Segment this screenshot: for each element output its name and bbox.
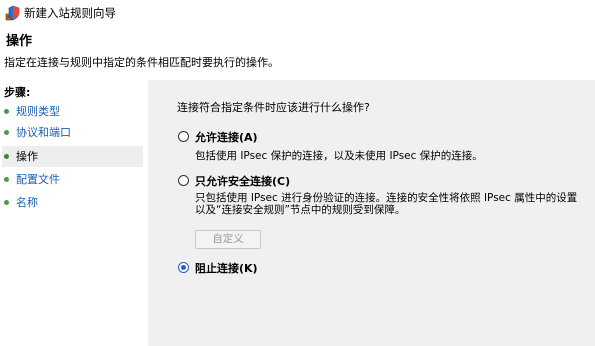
step-label: 配置文件: [16, 173, 60, 186]
title-bar: 新建入站规则向导: [0, 0, 595, 24]
step-protocol-ports[interactable]: 协议和端口: [2, 122, 143, 143]
bullet-icon: [4, 130, 9, 135]
content-panel: 连接符合指定条件时应该进行什么操作? 允许连接(A) 包括使用 IPsec 保护…: [148, 80, 595, 346]
step-name[interactable]: 名称: [2, 192, 143, 213]
step-rule-type[interactable]: 规则类型: [2, 101, 143, 122]
steps-panel: 步骤: 规则类型 协议和端口 操作 配置文件 名称: [0, 80, 148, 346]
page-description: 指定在连接与规则中指定的条件相匹配时要执行的操作。: [4, 56, 279, 69]
allow-connection-radio[interactable]: [178, 131, 189, 142]
action-question: 连接符合指定条件时应该进行什么操作?: [177, 101, 370, 114]
steps-header: 步骤:: [4, 86, 31, 99]
allow-secure-connection-description: 只包括使用 IPsec 进行身份验证的连接。连接的安全性将依照 IPsec 属性…: [195, 192, 578, 216]
block-connection-label[interactable]: 阻止连接(K): [195, 260, 258, 276]
step-label: 名称: [16, 196, 38, 209]
firewall-shield-icon: [5, 5, 20, 21]
allow-secure-connection-label[interactable]: 只允许安全连接(C): [195, 173, 290, 189]
step-label: 操作: [16, 150, 38, 163]
customize-button[interactable]: 自定义: [195, 230, 261, 249]
step-action[interactable]: 操作: [2, 146, 143, 167]
window-title: 新建入站规则向导: [24, 6, 116, 20]
bullet-icon: [4, 154, 9, 159]
allow-connection-description: 包括使用 IPsec 保护的连接，以及未使用 IPsec 保护的连接。: [195, 150, 483, 162]
bullet-icon: [4, 200, 9, 205]
step-label: 协议和端口: [16, 126, 71, 139]
block-connection-radio[interactable]: [178, 262, 189, 273]
step-profile[interactable]: 配置文件: [2, 169, 143, 190]
bullet-icon: [4, 109, 9, 114]
page-title: 操作: [6, 34, 33, 49]
allow-connection-label[interactable]: 允许连接(A): [195, 129, 258, 145]
allow-secure-connection-radio[interactable]: [178, 175, 189, 186]
bullet-icon: [4, 177, 9, 182]
step-label: 规则类型: [16, 105, 60, 118]
